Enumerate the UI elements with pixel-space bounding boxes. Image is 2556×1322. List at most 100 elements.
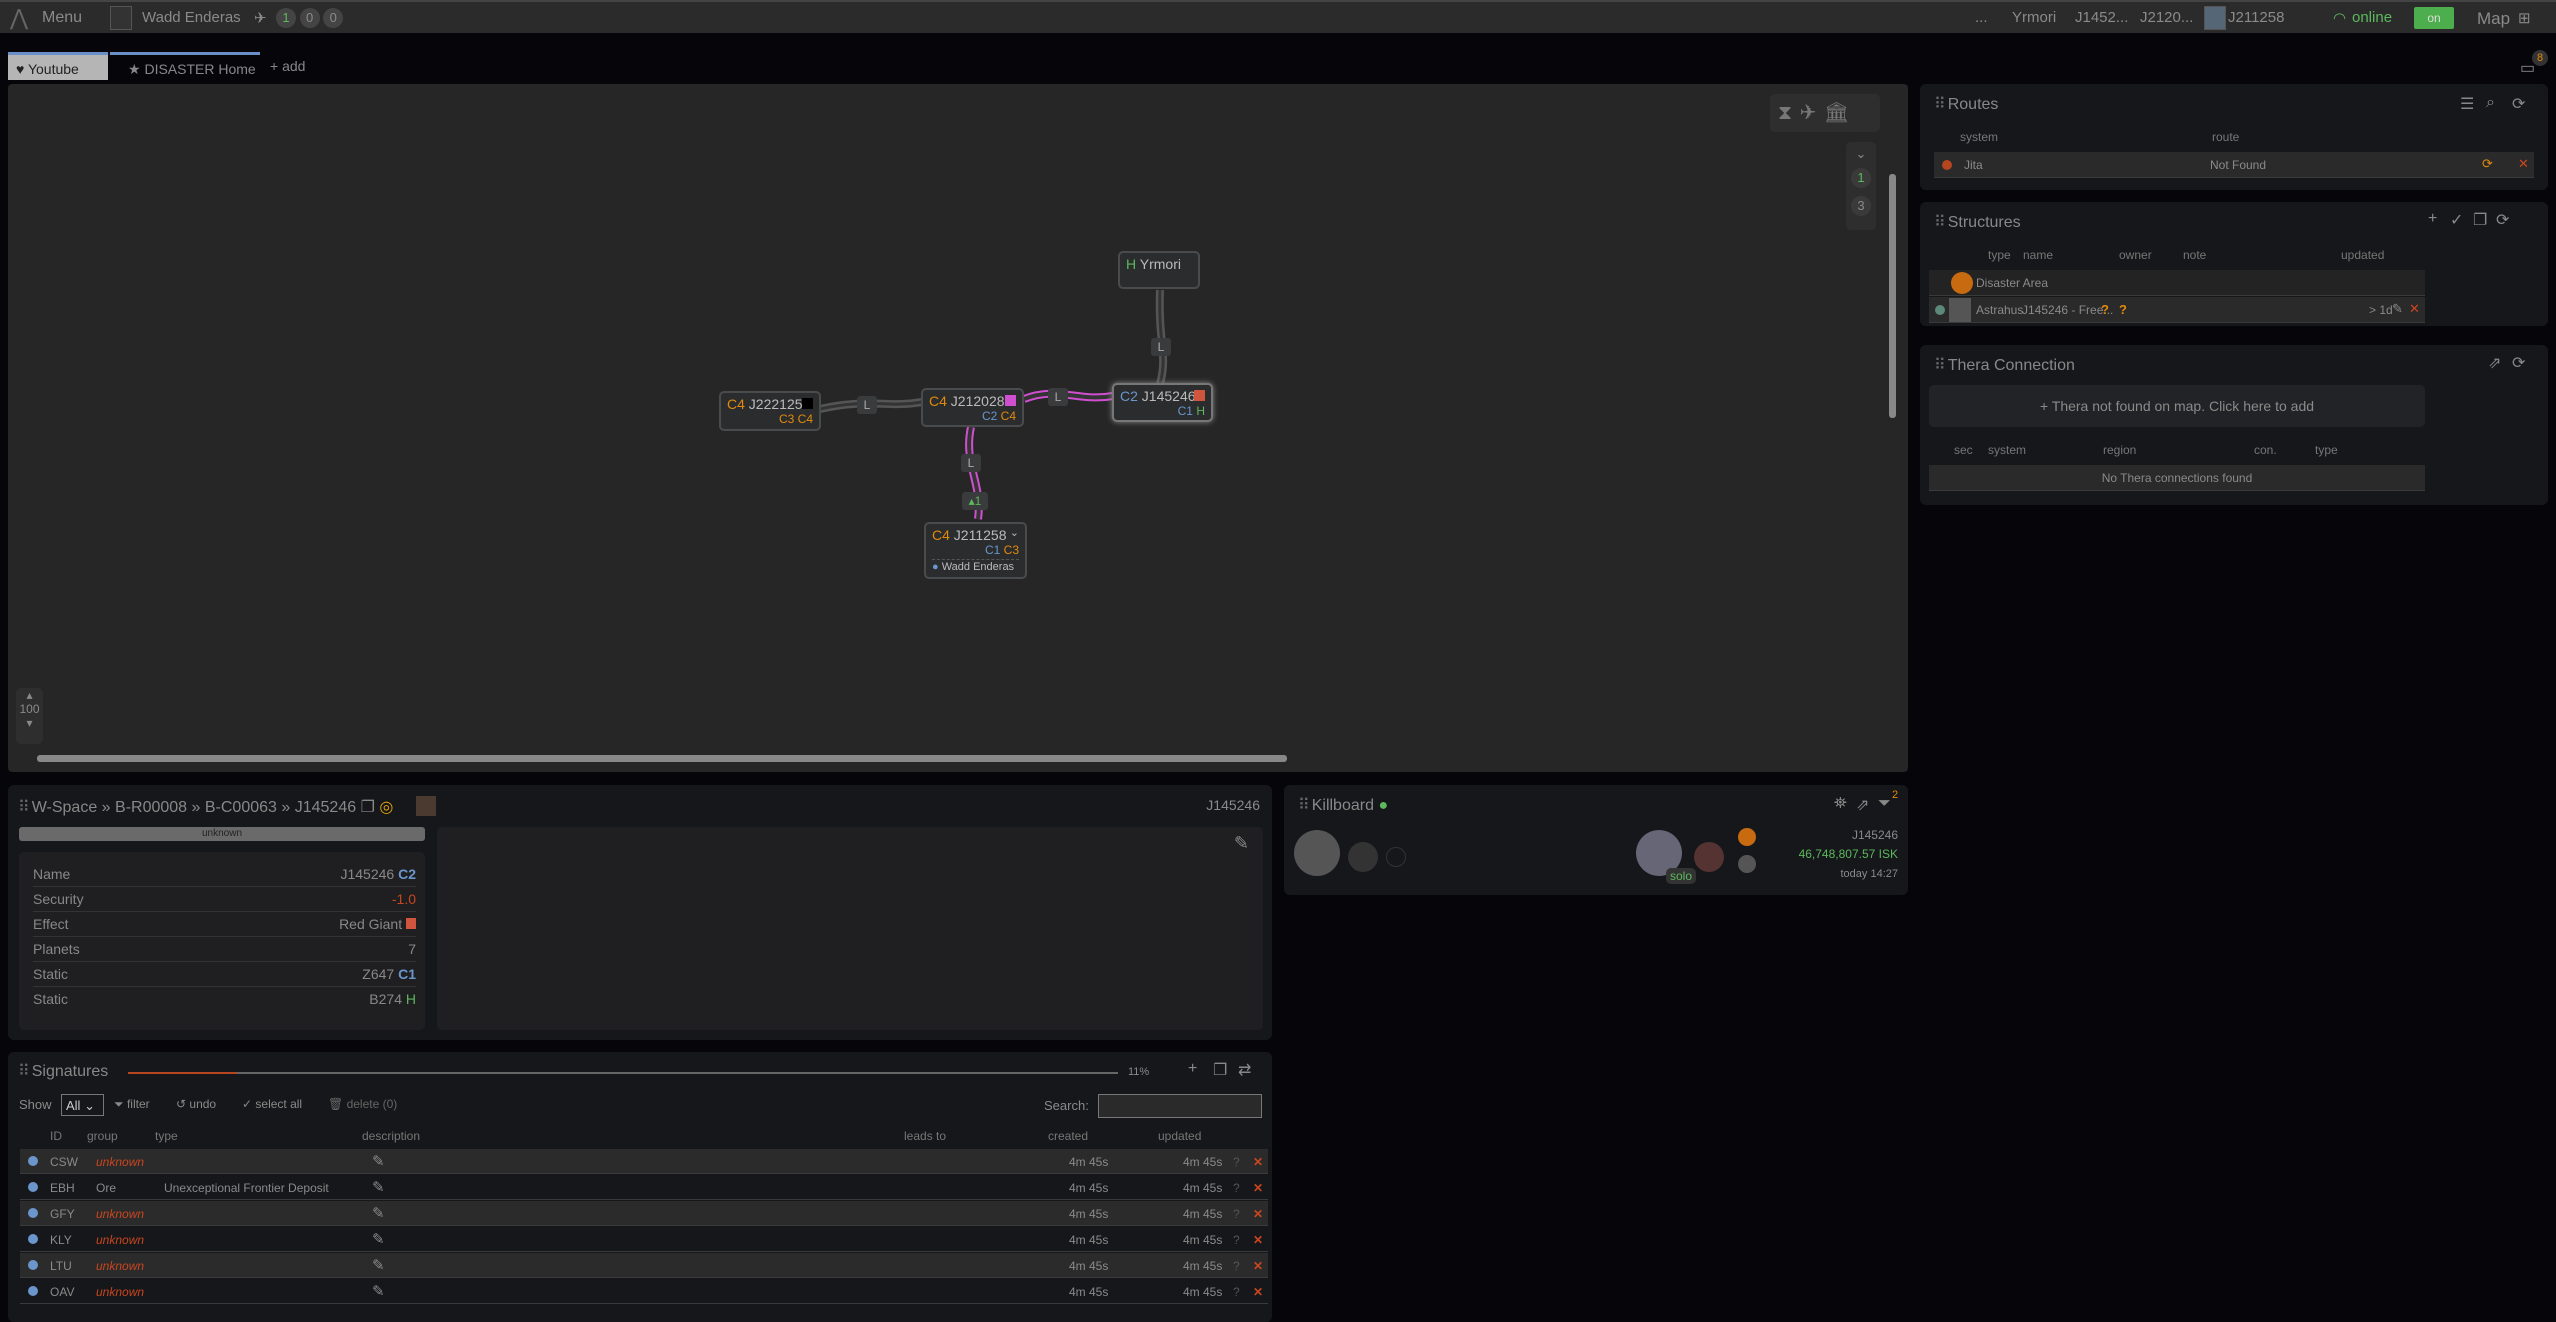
zoom-in-icon[interactable]: ▴ — [16, 688, 43, 702]
victim-ship-image[interactable] — [1294, 830, 1340, 876]
help-icon[interactable]: ? — [1233, 1233, 1240, 1247]
help-icon[interactable]: ? — [1233, 1285, 1240, 1299]
delete-icon[interactable]: ✕ — [1253, 1181, 1263, 1195]
signature-id[interactable]: GFY — [50, 1207, 75, 1221]
column-header[interactable]: system — [1988, 443, 2026, 457]
edit-icon[interactable]: ✎ — [2392, 301, 2403, 317]
delete-icon[interactable]: ✕ — [1253, 1285, 1263, 1299]
plus-icon[interactable]: + — [1188, 1060, 1197, 1078]
column-header[interactable]: route — [2212, 130, 2239, 144]
external-link-icon[interactable]: ⇗ — [2488, 353, 2501, 373]
column-header[interactable]: type — [1988, 248, 2011, 262]
filter-icon[interactable]: ⏷ — [1878, 795, 1891, 813]
help-icon[interactable]: ? — [1233, 1259, 1240, 1273]
tab-youtube[interactable]: ♥ Youtube — [8, 52, 108, 80]
refresh-icon[interactable]: ⟳ — [2512, 353, 2525, 373]
victim-avatar[interactable] — [1348, 842, 1378, 872]
refresh-icon[interactable]: ⟳ — [2496, 210, 2509, 230]
signature-group[interactable]: unknown — [96, 1233, 144, 1247]
connection-label[interactable]: L — [857, 396, 877, 414]
signature-row[interactable]: EBH Ore Unexceptional Frontier Deposit ✎… — [20, 1175, 1268, 1200]
column-header[interactable]: type — [155, 1129, 178, 1143]
signature-id[interactable]: EBH — [50, 1181, 75, 1195]
check-double-icon[interactable]: ✓ — [2450, 210, 2463, 230]
delete-button[interactable]: 🗑 delete (0) — [328, 1097, 397, 1111]
structure-row[interactable]: Disaster Area — [1929, 270, 2425, 296]
breadcrumb-item[interactable]: J145246 — [295, 799, 356, 816]
delete-icon[interactable]: ✕ — [1253, 1155, 1263, 1169]
swap-icon[interactable]: ⇄ — [1238, 1060, 1251, 1080]
column-header[interactable]: updated — [2341, 248, 2384, 262]
external-link-icon[interactable]: ⇗ — [1856, 795, 1869, 815]
connection-label[interactable]: L — [961, 454, 981, 472]
column-header[interactable]: region — [2103, 443, 2136, 457]
edit-icon[interactable]: ✎ — [372, 1204, 385, 1222]
breadcrumb-item[interactable]: J1452... — [2075, 9, 2128, 26]
help-icon[interactable]: ? — [1233, 1155, 1240, 1169]
layer-count[interactable]: 3 — [1851, 196, 1871, 216]
structure-row[interactable]: Astrahus J145246 - Free... ? ? > 1d ✎ ✕ — [1929, 297, 2425, 323]
search-input[interactable] — [1098, 1094, 1262, 1118]
tab-disaster-home[interactable]: ★ DISASTER Home — [110, 52, 260, 80]
zoom-control[interactable]: ▴ 100 ▾ — [16, 688, 43, 744]
system-node-j212028[interactable]: C4 J212028 C2 C4 — [921, 388, 1024, 427]
layer-count[interactable]: 1 — [1851, 168, 1871, 188]
column-header[interactable]: con. — [2254, 443, 2277, 457]
edit-icon[interactable]: ✎ — [372, 1282, 385, 1300]
settings-sliders-icon[interactable]: ☰ — [2460, 94, 2474, 114]
jet-icon[interactable]: ✈ — [1800, 102, 1824, 124]
bank-icon[interactable]: 🏛 — [1824, 102, 1857, 124]
breadcrumb-item[interactable]: W-Space — [32, 799, 98, 816]
column-header[interactable]: name — [2023, 248, 2053, 262]
help-icon[interactable]: ? — [1233, 1181, 1240, 1195]
paste-icon[interactable]: ❐ — [1213, 1060, 1227, 1080]
filter-button[interactable]: ⏷ filter — [114, 1097, 150, 1112]
system-node-j222125[interactable]: C4 J222125 C3 C4 — [719, 391, 821, 431]
column-header[interactable]: type — [2315, 443, 2338, 457]
signature-row[interactable]: OAV unknown ✎ 4m 45s 4m 45s ? ✕ — [20, 1279, 1268, 1304]
column-header[interactable]: system — [1960, 130, 1998, 144]
column-header[interactable]: owner — [2119, 248, 2152, 262]
signature-group[interactable]: unknown — [96, 1155, 144, 1169]
signature-row[interactable]: CSW unknown ✎ 4m 45s 4m 45s ? ✕ — [20, 1149, 1268, 1174]
signature-row[interactable]: LTU unknown ✎ 4m 45s 4m 45s ? ✕ — [20, 1253, 1268, 1278]
copy-icon[interactable]: ❐ — [361, 799, 375, 816]
signature-group[interactable]: unknown — [96, 1285, 144, 1299]
connection-label[interactable]: L — [1151, 338, 1171, 356]
plus-icon[interactable]: + — [2428, 210, 2437, 228]
edit-icon[interactable]: ✎ — [372, 1152, 385, 1170]
route-row[interactable]: Jita Not Found ⟳ ✕ — [1934, 152, 2534, 178]
help-icon[interactable]: ? — [1233, 1207, 1240, 1221]
breadcrumb-item[interactable]: Yrmori — [2012, 9, 2056, 26]
system-description[interactable]: ✎ — [437, 827, 1263, 1030]
character-name[interactable]: Wadd Enderas — [142, 9, 241, 26]
chevron-down-icon[interactable]: ⌄ — [1010, 526, 1019, 539]
toggle-switch[interactable]: on — [2414, 7, 2454, 29]
signature-group[interactable]: unknown — [96, 1259, 144, 1273]
paste-icon[interactable]: ❐ — [2473, 210, 2487, 230]
signature-group[interactable]: Ore — [96, 1181, 116, 1195]
delete-icon[interactable]: ✕ — [1253, 1207, 1263, 1221]
show-select[interactable]: All ⌄ — [61, 1094, 104, 1116]
map-icon[interactable]: ⛯ — [1834, 795, 1847, 813]
breadcrumb-item[interactable]: J2120... — [2140, 9, 2193, 26]
signature-id[interactable]: KLY — [50, 1233, 72, 1247]
close-icon[interactable]: ✕ — [2409, 301, 2420, 317]
column-header[interactable]: sec — [1954, 443, 1973, 457]
map-panel[interactable]: L L L L ▴1 H Yrmori C2 J145246 C1 H C4 J2… — [8, 84, 1908, 772]
refresh-icon[interactable]: ⟳ — [2482, 156, 2493, 172]
delete-icon[interactable]: ✕ — [1253, 1259, 1263, 1273]
breadcrumb-item[interactable]: ... — [1975, 9, 1988, 26]
edit-icon[interactable]: ✎ — [372, 1178, 385, 1196]
column-header[interactable]: group — [87, 1129, 118, 1143]
refresh-icon[interactable]: ⟳ — [2512, 94, 2525, 114]
edit-icon[interactable]: ✎ — [372, 1256, 385, 1274]
edit-icon[interactable]: ✎ — [1234, 833, 1249, 854]
column-header[interactable]: ID — [50, 1129, 62, 1143]
signature-type[interactable]: Unexceptional Frontier Deposit — [164, 1181, 329, 1195]
sitemap-icon[interactable]: ⊞ — [2518, 9, 2531, 27]
breadcrumb-item[interactable]: B-C00063 — [205, 799, 277, 816]
system-node-j211258[interactable]: C4 J211258 ⌄ C1 C3 ● Wadd Enderas — [924, 522, 1027, 579]
signature-id[interactable]: CSW — [50, 1155, 78, 1169]
attacker-avatar[interactable] — [1694, 842, 1724, 872]
